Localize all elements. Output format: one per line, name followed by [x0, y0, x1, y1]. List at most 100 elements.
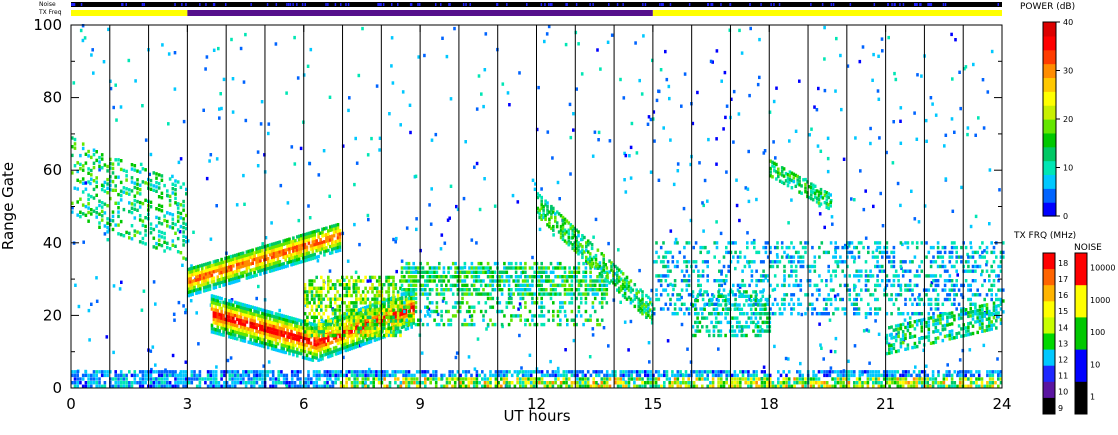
data-cell: [407, 381, 411, 385]
data-cell: [489, 318, 492, 322]
data-cell: [964, 370, 967, 374]
data-cell: [881, 224, 885, 228]
data-cell: [366, 213, 370, 218]
data-cell: [125, 377, 128, 381]
data-cell: [717, 381, 720, 385]
data-cell: [826, 156, 830, 161]
data-cell: [649, 381, 652, 385]
data-cell: [997, 373, 1000, 378]
data-cell: [834, 89, 837, 93]
data-cell: [812, 384, 815, 388]
data-cell: [758, 377, 761, 381]
data-cell: [277, 377, 280, 381]
data-cell: [348, 322, 351, 327]
data-cell: [477, 74, 481, 78]
data-cell: [565, 384, 568, 388]
data-cell: [160, 235, 164, 239]
data-cell: [624, 384, 628, 388]
data-cell: [519, 288, 522, 292]
data-cell: [428, 314, 432, 318]
data-cell: [435, 270, 439, 274]
data-cell: [533, 270, 536, 274]
data-cell: [117, 206, 120, 210]
data-cell: [847, 359, 850, 363]
data-cell: [475, 161, 479, 166]
data-cell: [538, 266, 541, 270]
data-cell: [261, 377, 264, 381]
data-cell: [120, 280, 123, 284]
data-cell: [331, 326, 335, 330]
data-cell: [106, 238, 110, 242]
data-cell: [400, 270, 404, 274]
data-cell: [329, 384, 332, 388]
data-cell: [358, 370, 362, 374]
data-cell: [114, 381, 117, 385]
data-cell: [394, 377, 397, 381]
data-cell: [244, 381, 248, 385]
data-cell: [371, 319, 374, 323]
data-cell: [378, 283, 381, 287]
data-cell: [168, 225, 172, 229]
data-cell: [106, 225, 109, 230]
data-cell: [407, 270, 411, 274]
data-cell: [964, 373, 967, 378]
data-cell: [449, 266, 453, 270]
data-cell: [974, 214, 978, 219]
data-cell: [392, 319, 395, 323]
data-cell: [413, 381, 416, 385]
data-cell: [858, 373, 862, 378]
data-cell: [991, 370, 995, 374]
data-cell: [95, 193, 98, 197]
data-cell: [788, 139, 791, 143]
data-cell: [561, 275, 564, 279]
data-cell: [556, 314, 560, 318]
data-cell: [665, 377, 669, 381]
data-cell: [128, 381, 131, 385]
data-cell: [937, 381, 940, 385]
data-cell: [247, 377, 251, 381]
data-cell: [157, 381, 161, 385]
data-cell: [308, 279, 311, 283]
data-cell: [451, 377, 454, 381]
data-cell: [323, 381, 327, 385]
data-cell: [373, 293, 377, 298]
data-cell: [405, 226, 409, 230]
data-cell: [711, 373, 715, 378]
data-cell: [100, 218, 104, 222]
data-cell: [155, 176, 158, 180]
data-cell: [417, 266, 420, 270]
data-cell: [668, 96, 671, 101]
data-cell: [880, 37, 884, 41]
data-cell: [462, 384, 465, 388]
data-cell: [114, 184, 117, 188]
data-cell: [692, 384, 696, 388]
data-cell: [307, 370, 310, 374]
data-cell: [513, 384, 517, 388]
data-cell: [547, 279, 550, 283]
data-cell: [709, 381, 712, 385]
data-cell: [122, 373, 126, 378]
data-cell: [157, 216, 161, 221]
data-cell: [414, 174, 418, 178]
data-cell: [561, 266, 564, 270]
data-cell: [818, 322, 821, 326]
data-cell: [239, 46, 243, 51]
data-cell: [482, 292, 485, 296]
data-cell: [408, 103, 412, 107]
data-cell: [507, 266, 511, 270]
data-cell: [84, 213, 88, 217]
data-cell: [538, 279, 541, 283]
data-cell: [163, 214, 166, 218]
data-cell: [948, 384, 951, 388]
data-cell: [988, 381, 992, 385]
data-cell: [552, 233, 555, 237]
data-cell: [475, 377, 479, 381]
data-cell: [698, 161, 701, 165]
data-cell: [896, 381, 900, 385]
data-cell: [749, 373, 753, 378]
data-cell: [336, 290, 339, 294]
data-cell: [98, 384, 101, 388]
data-cell: [307, 381, 310, 385]
data-cell: [414, 288, 418, 292]
data-cell: [901, 373, 905, 378]
